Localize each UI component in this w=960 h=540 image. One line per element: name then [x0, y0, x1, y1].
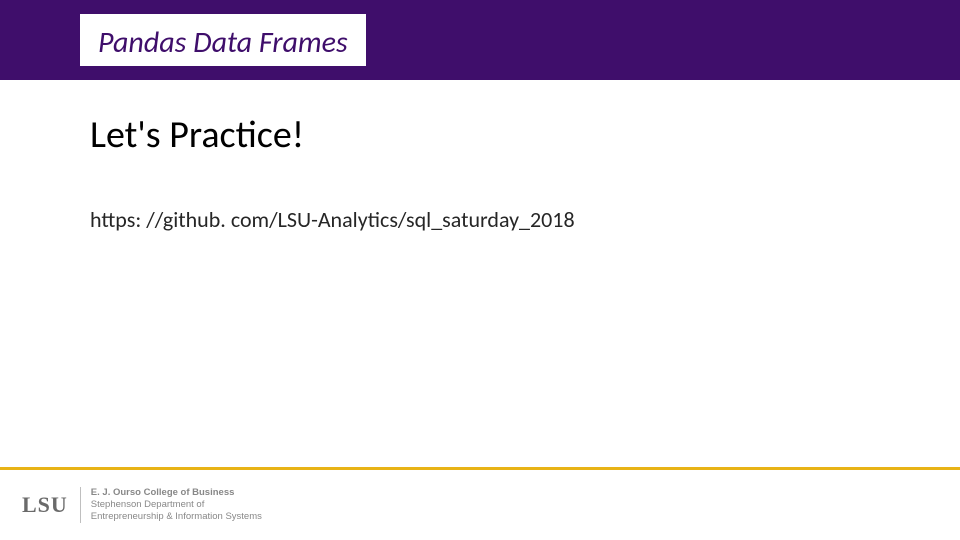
dept-line-1: E. J. Ourso College of Business: [91, 487, 262, 499]
slide-title-tab: Pandas Data Frames: [80, 14, 366, 66]
gold-accent-rule: [0, 467, 960, 470]
slide: Pandas Data Frames Let's Practice! https…: [0, 0, 960, 540]
footer-divider: [80, 487, 81, 523]
department-block: E. J. Ourso College of Business Stephens…: [91, 487, 262, 523]
footer: LSU E. J. Ourso College of Business Step…: [22, 484, 262, 526]
content-area: Let's Practice! https: //github. com/LSU…: [90, 112, 900, 233]
dept-line-2: Stephenson Department of: [91, 499, 262, 511]
content-heading: Let's Practice!: [90, 112, 900, 158]
header-bar: Pandas Data Frames: [0, 0, 960, 80]
lsu-logo: LSU: [22, 492, 80, 518]
github-url: https: //github. com/LSU-Analytics/sql_s…: [90, 206, 900, 233]
dept-line-3: Entrepreneurship & Information Systems: [91, 511, 262, 523]
slide-title: Pandas Data Frames: [98, 24, 348, 61]
